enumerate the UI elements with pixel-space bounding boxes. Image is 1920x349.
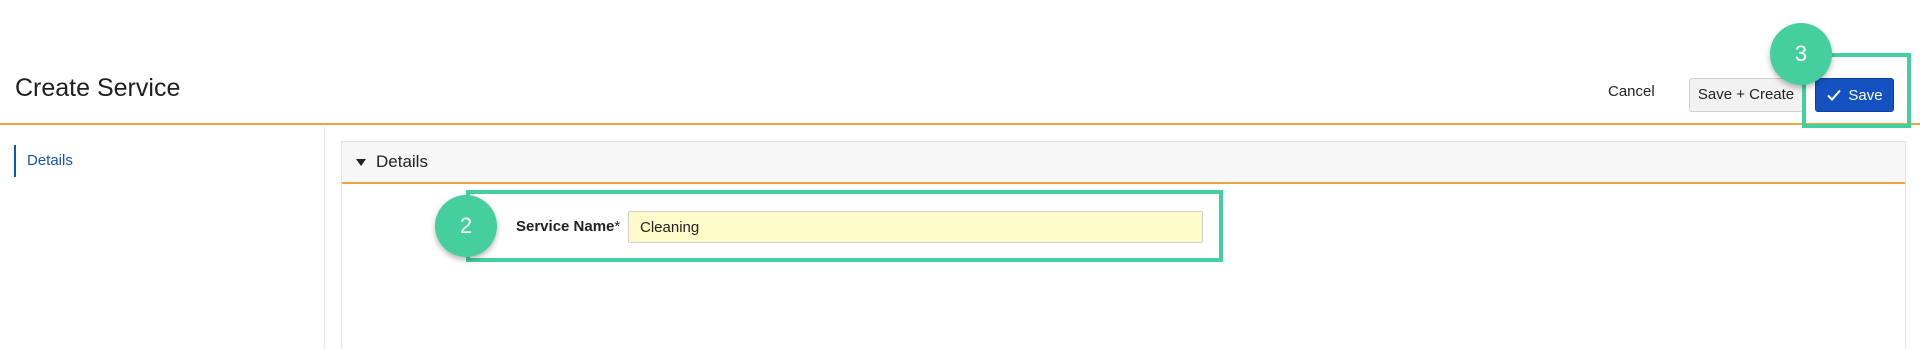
required-marker: * xyxy=(614,218,621,235)
caret-down-icon xyxy=(356,158,366,166)
step-badge-3: 3 xyxy=(1770,23,1832,85)
step-badge-2: 2 xyxy=(435,195,497,257)
sidebar-item-details[interactable]: Details xyxy=(14,145,73,177)
service-name-label-text: Service Name xyxy=(516,218,615,235)
save-button-label: Save xyxy=(1848,86,1883,104)
details-panel-header[interactable]: Details xyxy=(342,142,1905,184)
save-create-button[interactable]: Save + Create xyxy=(1689,78,1803,112)
page-title: Create Service xyxy=(15,74,181,102)
page-header: Create Service Cancel Save + Create Save xyxy=(0,0,1920,125)
panel-title: Details xyxy=(376,152,428,171)
details-panel: Details xyxy=(341,141,1906,349)
save-button[interactable]: Save xyxy=(1815,78,1894,112)
cancel-button[interactable]: Cancel xyxy=(1608,83,1655,100)
service-name-label: Service Name* xyxy=(516,218,620,235)
service-name-input[interactable] xyxy=(628,211,1203,243)
checkmark-icon xyxy=(1827,89,1842,101)
sidebar: Details xyxy=(0,127,325,349)
